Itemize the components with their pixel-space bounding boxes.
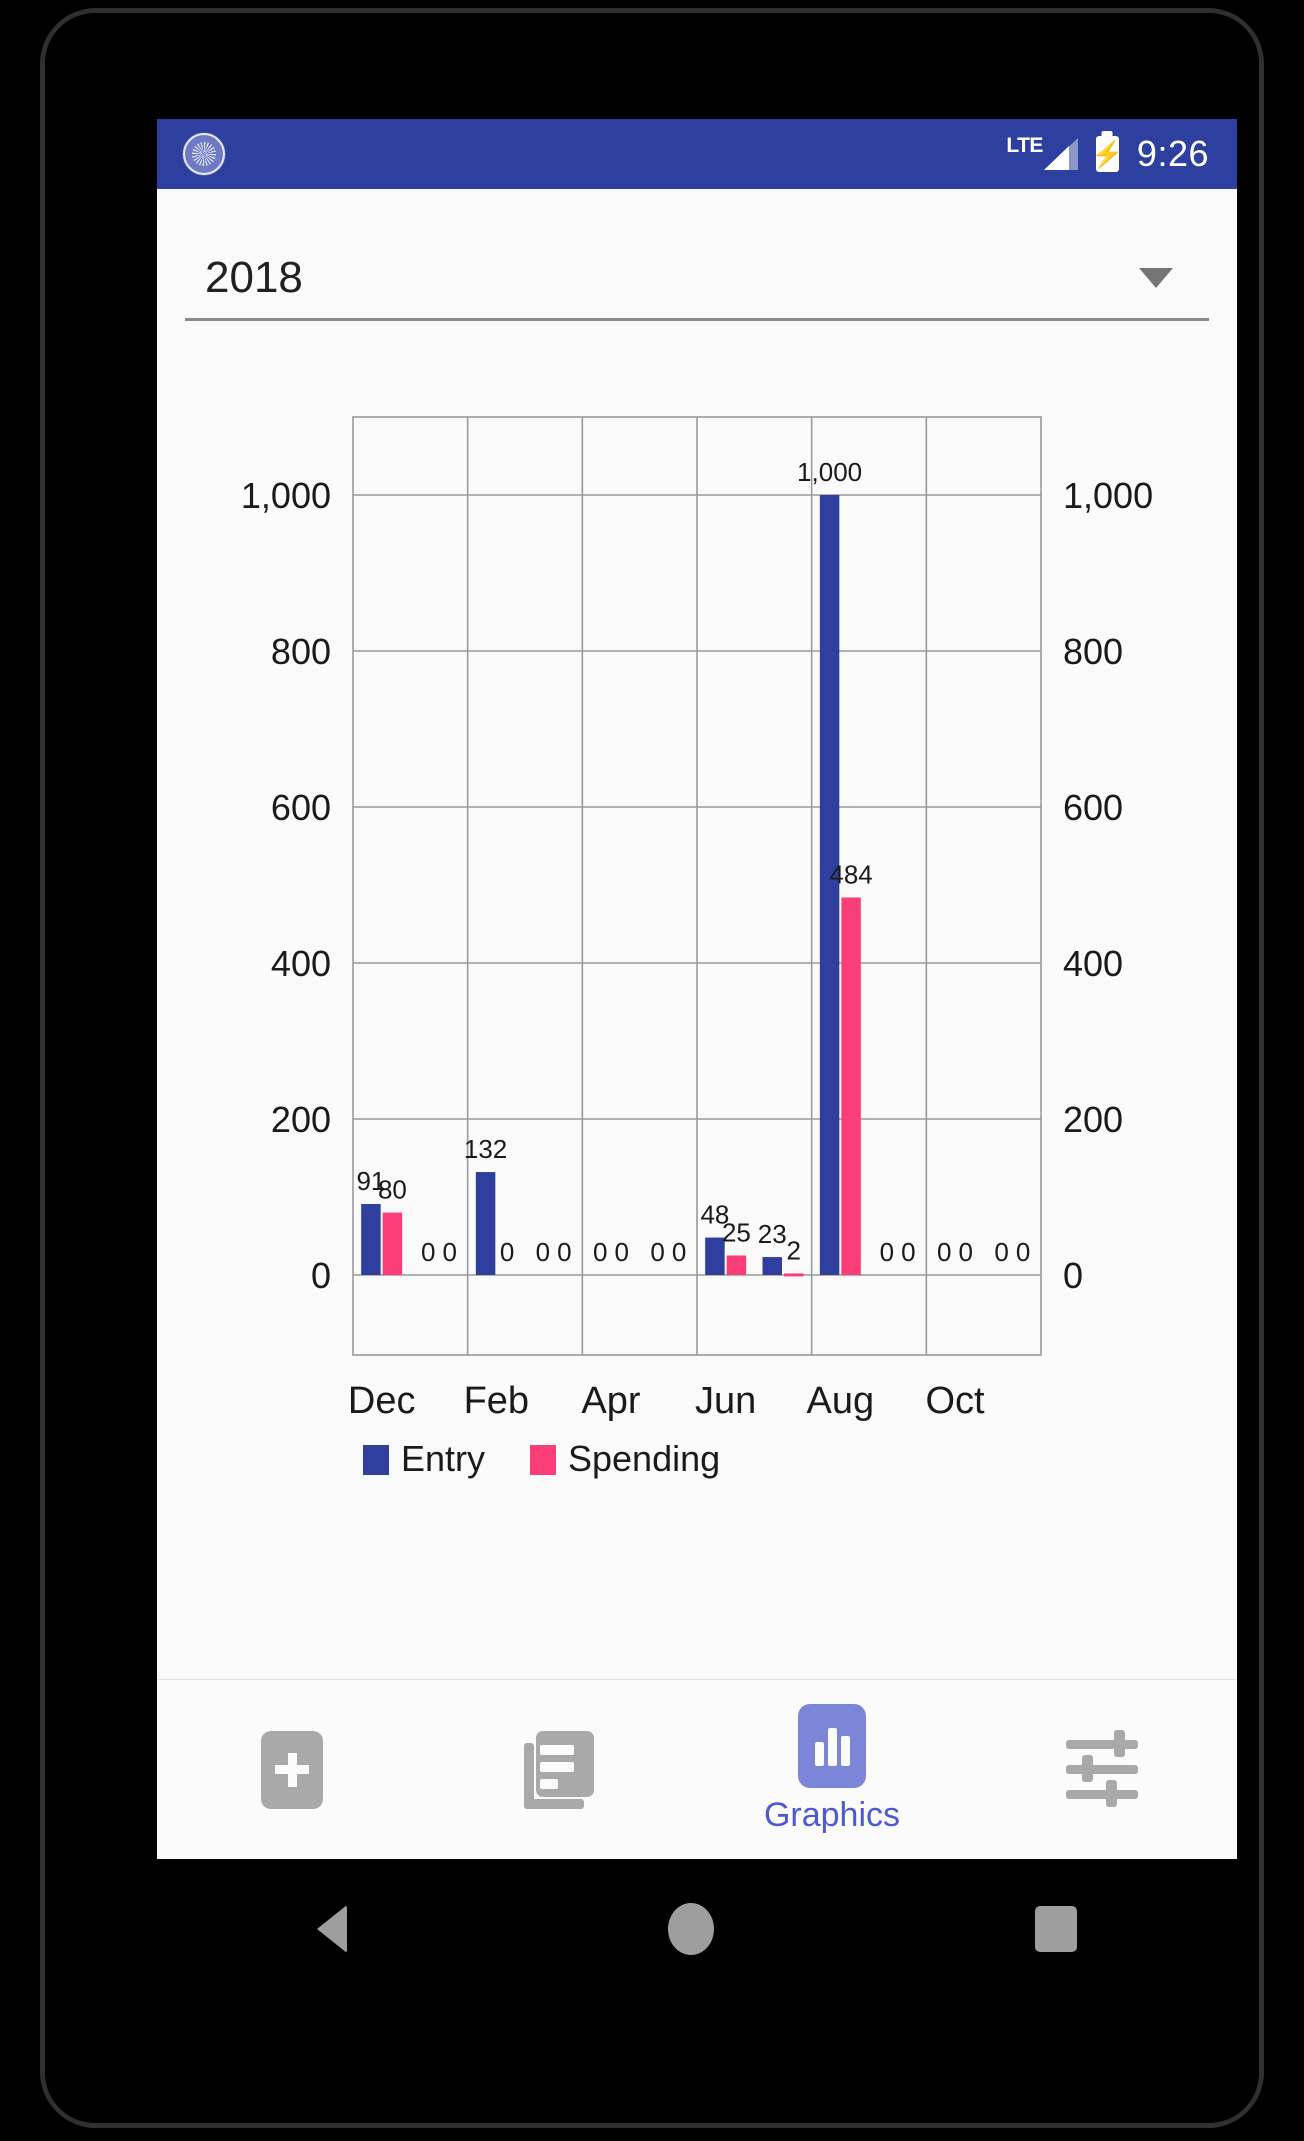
legend-swatch xyxy=(363,1445,389,1475)
year-dropdown[interactable]: 2018 xyxy=(185,237,1209,321)
y-axis-tick-left: 600 xyxy=(271,787,331,828)
nav-item-settings[interactable] xyxy=(967,1680,1237,1859)
nav-item-records[interactable] xyxy=(427,1680,697,1859)
bottom-navigation: Graphics xyxy=(157,1679,1237,1859)
bar-value-label: 2 xyxy=(787,1235,801,1265)
bar-value-label: 0 xyxy=(901,1237,915,1267)
y-axis-tick-right: 800 xyxy=(1063,631,1123,672)
device-frame: LTE ⚡ 9:26 2018 0 0 200 200 400 400 600 600 800 8… xyxy=(40,8,1264,2128)
network-status: LTE xyxy=(1006,134,1078,170)
x-axis-tick: Dec xyxy=(348,1380,416,1422)
bar-value-label: 0 xyxy=(959,1237,973,1267)
bar-value-label: 132 xyxy=(464,1134,507,1164)
bar-value-label: 80 xyxy=(378,1175,407,1205)
y-axis-tick-right: 0 xyxy=(1063,1255,1083,1296)
y-axis-tick-left: 1,000 xyxy=(241,475,331,516)
y-axis-tick-left: 0 xyxy=(311,1255,331,1296)
bar-value-label: 0 xyxy=(500,1237,514,1267)
x-axis-tick: Aug xyxy=(807,1380,875,1422)
chevron-down-icon[interactable] xyxy=(1139,267,1173,288)
bar-value-label: 0 xyxy=(536,1237,550,1267)
chart-bar xyxy=(784,1273,804,1277)
chart-bar xyxy=(762,1257,782,1275)
bar-value-label: 0 xyxy=(615,1237,629,1267)
nav-item-graphics[interactable]: Graphics xyxy=(697,1680,967,1859)
bar-value-label: 25 xyxy=(722,1218,751,1248)
chart-bar xyxy=(361,1204,381,1275)
recents-square-icon[interactable] xyxy=(1034,1906,1077,1952)
battery-bolt-glyph: ⚡ xyxy=(1091,139,1124,169)
legend-label: Entry xyxy=(401,1438,485,1479)
chart-bar xyxy=(382,1212,403,1275)
nav-item-add[interactable] xyxy=(157,1680,427,1859)
status-bar-right-cluster: LTE ⚡ 9:26 xyxy=(1006,133,1209,175)
app-badge-icon xyxy=(183,133,225,175)
battery-charging-icon: ⚡ xyxy=(1091,136,1124,172)
bar-value-label: 0 xyxy=(557,1237,571,1267)
bar-value-label: 0 xyxy=(650,1237,664,1267)
bar-chart-svg: 0 0200 200400 400600 600800 8001,000 1,0009180… xyxy=(241,416,1153,1479)
y-axis-tick-right: 600 xyxy=(1063,787,1123,828)
y-axis-tick-right: 200 xyxy=(1063,1099,1123,1140)
x-axis-tick: Oct xyxy=(925,1380,985,1422)
lte-label: LTE xyxy=(1006,134,1043,157)
home-circle-icon[interactable] xyxy=(667,1903,714,1955)
legend-label: Spending xyxy=(568,1438,720,1479)
list-document-icon[interactable] xyxy=(524,1730,600,1809)
sliders-icon[interactable] xyxy=(1066,1729,1138,1808)
bar-value-label: 0 xyxy=(937,1237,951,1267)
y-axis-tick-left: 400 xyxy=(271,943,331,984)
x-axis-tick: Jun xyxy=(695,1380,756,1422)
bar-value-label: 0 xyxy=(421,1237,435,1267)
chart-bar xyxy=(475,1172,496,1275)
bar-value-label: 484 xyxy=(829,859,872,889)
bar-value-label: 0 xyxy=(994,1237,1008,1267)
x-axis-tick: Apr xyxy=(581,1380,640,1422)
bar-value-label: 0 xyxy=(1016,1237,1030,1267)
signal-bars-icon xyxy=(1043,138,1078,170)
back-triangle-icon[interactable] xyxy=(317,1905,348,1953)
year-dropdown-value: 2018 xyxy=(205,252,303,302)
y-axis-tick-right: 400 xyxy=(1063,943,1123,984)
status-bar-clock: 9:26 xyxy=(1136,133,1209,174)
android-navigation-bar xyxy=(157,1859,1237,1999)
bar-value-label: 1,000 xyxy=(797,457,862,487)
bar-chart: 0 0 200 200 400 400 600 600 800 800 1,000 1,000 91 80… xyxy=(157,369,1237,1539)
bar-value-label: 0 xyxy=(593,1237,607,1267)
y-axis-tick-left: 200 xyxy=(271,1099,331,1140)
phone-screen: LTE ⚡ 9:26 2018 0 0 200 200 400 400 600 600 800 8… xyxy=(157,119,1237,1859)
y-axis-tick-left: 800 xyxy=(271,631,331,672)
legend-swatch xyxy=(530,1445,556,1475)
x-axis-tick: Feb xyxy=(464,1380,529,1422)
bar-value-label: 0 xyxy=(880,1237,894,1267)
chart-bar xyxy=(841,897,861,1275)
plus-icon[interactable] xyxy=(261,1730,323,1809)
status-bar: LTE ⚡ 9:26 xyxy=(157,119,1237,189)
y-axis-tick-right: 1,000 xyxy=(1063,475,1153,516)
bar-value-label: 0 xyxy=(443,1237,457,1267)
bar-chart-icon[interactable] xyxy=(798,1704,866,1788)
chart-bar xyxy=(726,1255,747,1275)
bar-value-label: 0 xyxy=(672,1237,686,1267)
nav-item-graphics-label: Graphics xyxy=(763,1796,901,1834)
bar-value-label: 23 xyxy=(758,1219,787,1249)
